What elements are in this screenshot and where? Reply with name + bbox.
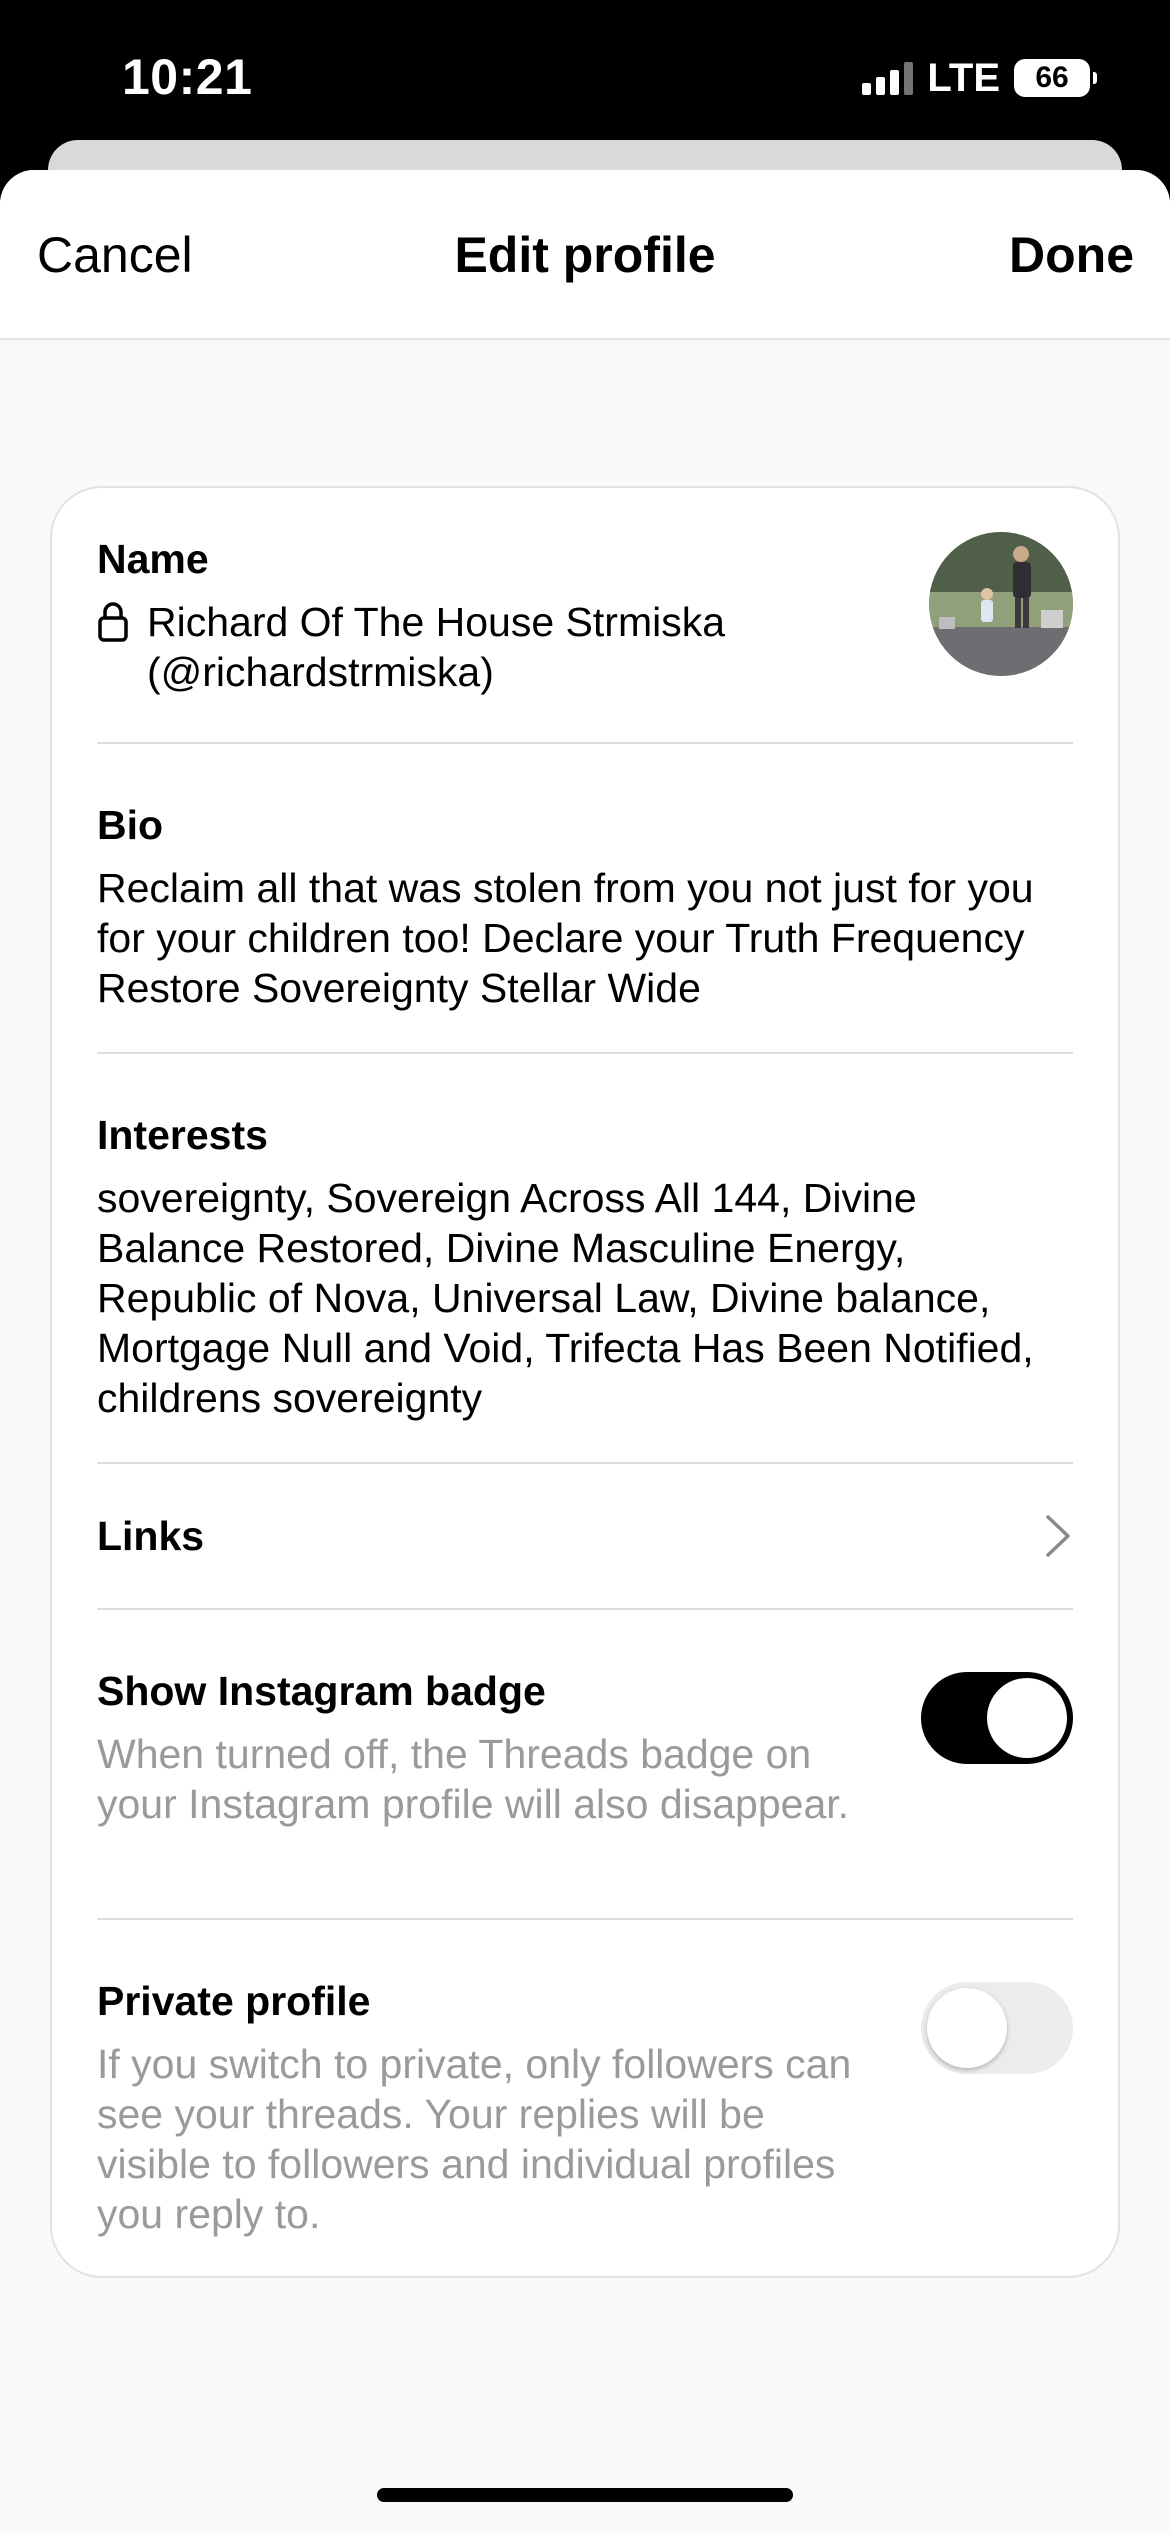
- links-label: Links: [97, 1513, 205, 1559]
- toggle-knob: [987, 1678, 1067, 1758]
- interests-label: Interests: [97, 1112, 268, 1158]
- cellular-signal-icon: [862, 61, 914, 95]
- bio-row[interactable]: Bio Reclaim all that was stolen from you…: [97, 744, 1073, 1054]
- bio-value[interactable]: Reclaim all that was stolen from you not…: [97, 863, 1057, 1013]
- private-profile-row: Private profile If you switch to private…: [97, 1920, 1073, 2276]
- chevron-right-icon: [1046, 1515, 1070, 1557]
- home-indicator[interactable]: [377, 2488, 793, 2502]
- private-profile-toggle[interactable]: [921, 1982, 1073, 2074]
- done-button[interactable]: Done: [1009, 226, 1134, 284]
- instagram-badge-row: Show Instagram badge When turned off, th…: [97, 1610, 1073, 1920]
- lock-icon: [98, 602, 128, 642]
- battery-icon: 66: [1014, 59, 1097, 97]
- nav-bar: Cancel Edit profile Done: [0, 170, 1170, 340]
- private-profile-description: If you switch to private, only followers…: [97, 2041, 852, 2237]
- name-label: Name: [97, 536, 209, 582]
- toggle-knob: [927, 1988, 1007, 2068]
- battery-level: 66: [1035, 61, 1069, 94]
- instagram-badge-toggle[interactable]: [921, 1672, 1073, 1764]
- avatar-photo: [929, 532, 1073, 676]
- links-row[interactable]: Links: [97, 1464, 1073, 1610]
- name-row: Name Richard Of The House Strmiska (@ric…: [97, 488, 1073, 744]
- page-title: Edit profile: [454, 227, 716, 283]
- status-indicators: LTE 66: [862, 54, 1097, 102]
- name-value: Richard Of The House Strmiska (@richards…: [147, 599, 726, 695]
- name-line: Richard Of The House Strmiska (@richards…: [97, 597, 1073, 697]
- profile-card: Name Richard Of The House Strmiska (@ric…: [50, 486, 1120, 2278]
- interests-value[interactable]: sovereignty, Sovereign Across All 144, D…: [97, 1173, 1073, 1423]
- edit-profile-sheet: Cancel Edit profile Done Name Richard Of…: [0, 170, 1170, 2532]
- bio-label: Bio: [97, 802, 164, 848]
- interests-row[interactable]: Interests sovereignty, Sovereign Across …: [97, 1054, 1073, 1464]
- avatar[interactable]: [929, 532, 1073, 676]
- status-time: 10:21: [122, 49, 253, 105]
- instagram-badge-description: When turned off, the Threads badge on yo…: [97, 1731, 850, 1827]
- network-type: LTE: [927, 55, 1000, 100]
